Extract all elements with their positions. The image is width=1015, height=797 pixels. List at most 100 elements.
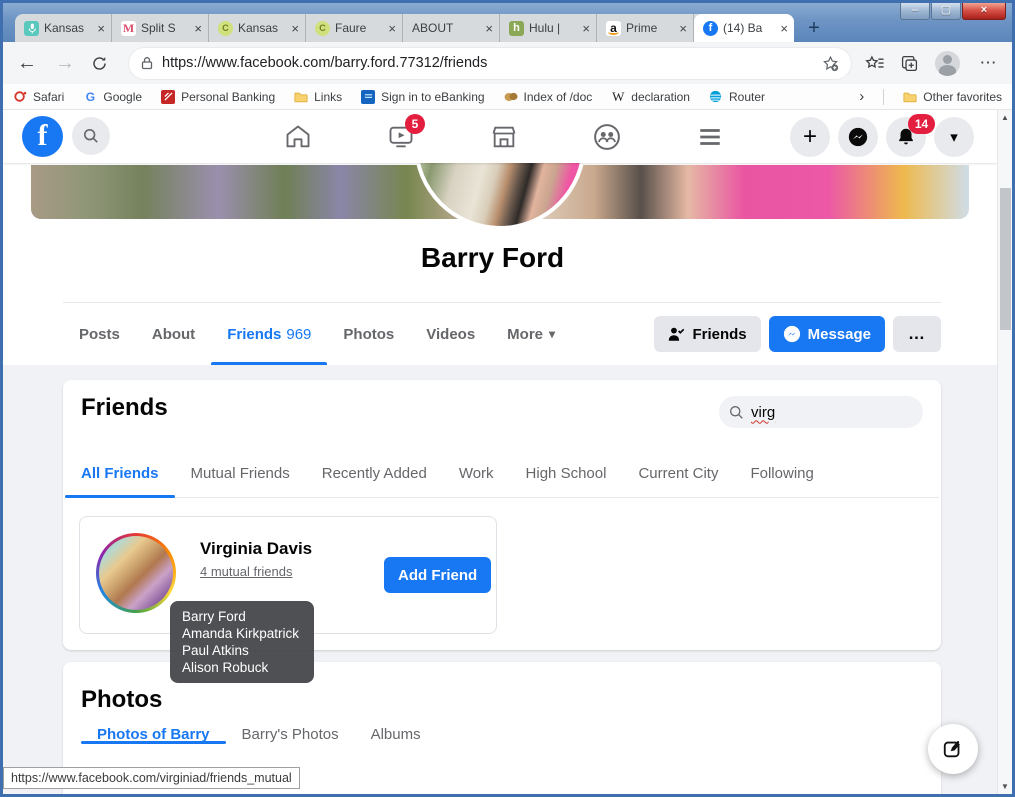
groups-nav-icon[interactable] (590, 120, 624, 154)
favorite-index-of-doc[interactable]: Index of /doc (504, 90, 593, 104)
favorites-bar: Safari G Google Personal Banking Links S… (3, 84, 1012, 110)
fc-favicon: C (315, 21, 330, 36)
page-scrollbar[interactable]: ▲ ▼ (997, 110, 1012, 794)
favorite-ebanking[interactable]: Sign in to eBanking (361, 90, 484, 104)
new-tab-button[interactable]: + (800, 16, 828, 42)
url-text[interactable]: https://www.facebook.com/barry.ford.7731… (162, 55, 813, 71)
tab-about[interactable]: About (136, 303, 211, 365)
filter-all-friends[interactable]: All Friends (65, 450, 175, 497)
collections-icon[interactable] (900, 54, 919, 73)
chevron-down-icon: ▾ (950, 128, 958, 146)
address-bar[interactable]: https://www.facebook.com/barry.ford.7731… (129, 48, 851, 79)
favorite-label: Index of /doc (524, 90, 593, 104)
tab-label: Kansas (44, 21, 92, 35)
menu-nav-icon[interactable] (693, 120, 727, 154)
tab-close-icon[interactable]: × (97, 21, 105, 36)
other-favorites[interactable]: Other favorites (903, 90, 1002, 104)
tab-label: Posts (79, 326, 120, 343)
facebook-logo[interactable]: f (22, 116, 63, 157)
favorites-overflow-chevron[interactable]: › (859, 88, 864, 105)
tab-split[interactable]: M Split S × (112, 14, 209, 42)
tab-label: Videos (426, 326, 475, 343)
friends-search-input[interactable]: virg (719, 396, 923, 428)
favbar-divider (883, 89, 884, 105)
favorite-personal-banking[interactable]: Personal Banking (161, 90, 275, 104)
tab-videos[interactable]: Videos (410, 303, 491, 365)
account-button[interactable]: ▾ (934, 117, 974, 157)
other-favorites-label: Other favorites (923, 90, 1002, 104)
filter-recently-added[interactable]: Recently Added (306, 450, 443, 497)
tab-close-icon[interactable]: × (679, 21, 687, 36)
amazon-favicon: a (606, 21, 621, 36)
add-friend-button[interactable]: Add Friend (384, 557, 491, 593)
tab-facebook-active[interactable]: f (14) Ba × (694, 14, 794, 42)
scrollbar-thumb[interactable] (1000, 188, 1011, 330)
favorite-label: declaration (631, 90, 690, 104)
friends-status-button[interactable]: Friends (654, 316, 760, 352)
favorite-links[interactable]: Links (294, 90, 342, 104)
scroll-up-icon[interactable]: ▲ (998, 110, 1012, 125)
tab-hulu[interactable]: h Hulu | × (500, 14, 597, 42)
tab-photos-of-barry[interactable]: Photos of Barry (81, 726, 226, 743)
window-controls: – ▢ × (899, 3, 1006, 20)
favorite-declaration[interactable]: W declaration (611, 90, 690, 104)
tab-close-icon[interactable]: × (582, 21, 590, 36)
favorite-google[interactable]: G Google (83, 90, 142, 104)
header-search-button[interactable] (72, 117, 110, 155)
folder-icon (294, 90, 308, 104)
more-options-button[interactable]: … (893, 316, 941, 352)
filter-mutual-friends[interactable]: Mutual Friends (175, 450, 306, 497)
scroll-down-icon[interactable]: ▼ (998, 779, 1012, 794)
tab-albums[interactable]: Albums (355, 726, 437, 743)
message-button[interactable]: Message (769, 316, 885, 352)
tab-kansas-1[interactable]: Kansas × (15, 14, 112, 42)
favorites-icon[interactable] (865, 54, 884, 73)
tab-label: Hulu | (529, 21, 577, 35)
profile-name: Barry Ford (3, 242, 982, 274)
tab-faure[interactable]: C Faure × (306, 14, 403, 42)
minimize-button[interactable]: – (900, 3, 930, 20)
browser-menu-button[interactable]: ⋯ (976, 53, 1000, 73)
favorite-router[interactable]: Router (709, 90, 765, 104)
tab-photos[interactable]: Photos (327, 303, 410, 365)
add-favorite-icon[interactable] (822, 55, 839, 72)
tab-about[interactable]: ABOUT × (403, 14, 500, 42)
tab-close-icon[interactable]: × (388, 21, 396, 36)
compose-post-button[interactable] (928, 724, 978, 774)
bank-icon (161, 90, 175, 104)
folder-icon (903, 90, 917, 104)
tab-close-icon[interactable]: × (485, 21, 493, 36)
friend-avatar[interactable] (96, 533, 176, 613)
messenger-button[interactable] (838, 117, 878, 157)
marketplace-nav-icon[interactable] (487, 120, 521, 154)
close-button[interactable]: × (962, 3, 1006, 20)
tab-more[interactable]: More▾ (491, 303, 571, 365)
tab-barrys-photos[interactable]: Barry's Photos (226, 726, 355, 743)
filter-current-city[interactable]: Current City (622, 450, 734, 497)
mutual-friends-link[interactable]: 4 mutual friends (200, 564, 293, 579)
browser-profile-avatar[interactable] (935, 51, 960, 76)
tab-friends[interactable]: Friends969 (211, 303, 327, 365)
filter-following[interactable]: Following (734, 450, 829, 497)
tab-posts[interactable]: Posts (63, 303, 136, 365)
tab-close-icon[interactable]: × (291, 21, 299, 36)
home-nav-icon[interactable] (281, 120, 315, 154)
filter-high-school[interactable]: High School (510, 450, 623, 497)
create-button[interactable]: + (790, 117, 830, 157)
friends-section-title: Friends (81, 394, 168, 422)
friend-name-link[interactable]: Virginia Davis (200, 539, 312, 559)
google-icon: G (83, 90, 97, 104)
search-query-text[interactable]: virg (751, 404, 775, 421)
filter-work[interactable]: Work (443, 450, 510, 497)
tab-close-icon[interactable]: × (780, 21, 788, 36)
refresh-button[interactable] (91, 55, 115, 72)
wikipedia-icon: W (611, 90, 625, 104)
tab-prime[interactable]: a Prime × (597, 14, 694, 42)
favorite-safari[interactable]: Safari (13, 90, 64, 104)
maximize-button[interactable]: ▢ (931, 3, 961, 20)
tab-kansas-2[interactable]: C Kansas × (209, 14, 306, 42)
forward-button[interactable]: → (53, 52, 77, 75)
att-globe-icon (709, 90, 723, 104)
back-button[interactable]: ← (15, 52, 39, 75)
tab-close-icon[interactable]: × (194, 21, 202, 36)
